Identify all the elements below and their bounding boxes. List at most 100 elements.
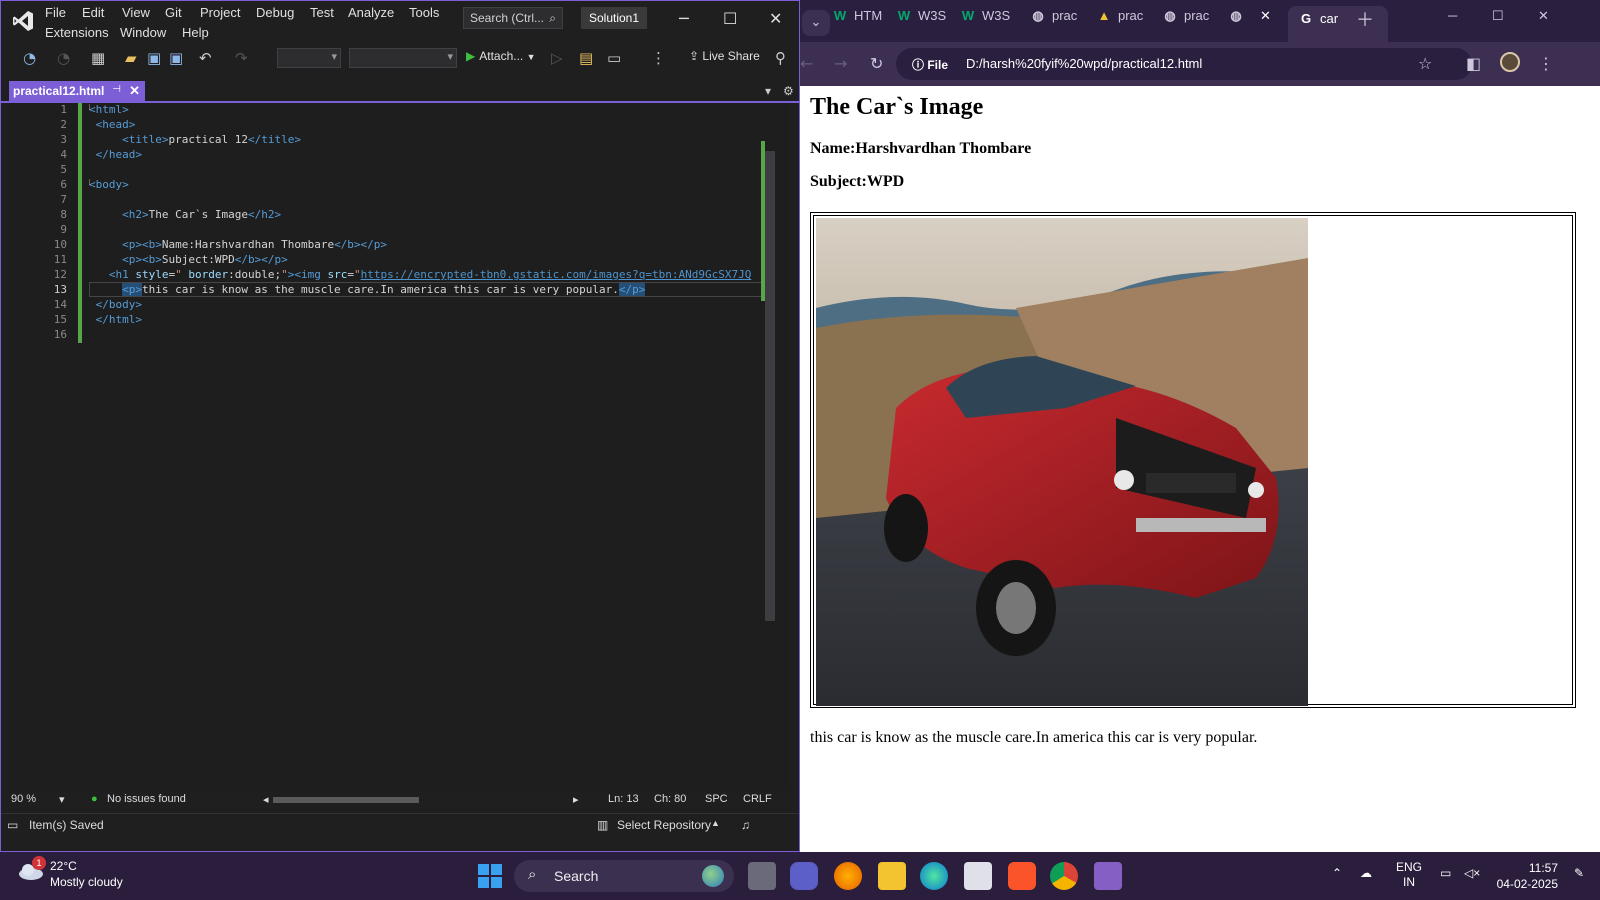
profile-avatar[interactable] (1500, 52, 1520, 72)
select-repository-button[interactable]: Select Repository (617, 818, 711, 832)
visual-studio-taskbar-icon[interactable] (1094, 862, 1122, 890)
close-tab-icon[interactable]: ✕ (1260, 8, 1271, 23)
minimize-icon[interactable]: ─ (1448, 8, 1457, 36)
minimize-icon[interactable]: ─ (679, 9, 689, 28)
network-icon[interactable]: ▭ (1440, 866, 1451, 880)
menu-file[interactable]: File (45, 5, 66, 20)
firefox-icon[interactable] (834, 862, 862, 890)
menu-test[interactable]: Test (310, 5, 334, 20)
menu-window[interactable]: Window (120, 25, 166, 40)
chevron-down-icon[interactable]: ▾ (59, 793, 65, 806)
tab-list-dropdown-icon[interactable]: ▾ (765, 84, 771, 98)
open-folder-icon[interactable]: ▰ (125, 49, 137, 67)
chrome-icon[interactable] (1050, 862, 1078, 890)
maximize-icon[interactable]: ☐ (723, 9, 737, 28)
vs-search-box[interactable]: Search (Ctrl... ⌕ (463, 7, 563, 29)
start-without-debugging-icon[interactable]: ▷ (551, 49, 563, 67)
chrome-tab-2[interactable]: W W3S (896, 8, 946, 36)
redo-icon[interactable]: ↷ (235, 49, 248, 67)
microsoft-store-icon[interactable] (964, 862, 992, 890)
student-name: Name:Harshvardhan Thombare (810, 140, 1032, 157)
task-view-icon[interactable] (748, 862, 776, 890)
menu-more-icon[interactable]: ⋮ (1538, 54, 1554, 73)
taskbar-search[interactable]: ⌕ Search (514, 860, 734, 892)
new-tab-icon[interactable]: ＋ (1356, 6, 1374, 34)
platform-dropdown[interactable] (349, 48, 457, 68)
code-text-area[interactable]: ⊟ ⊟ <html> <head> <title>practical 12</t… (89, 103, 769, 806)
notification-center-icon[interactable]: ✎ (1574, 866, 1584, 880)
folder-icon[interactable]: ▤ (579, 49, 593, 67)
brave-icon[interactable] (1008, 862, 1036, 890)
new-item-icon[interactable]: ▦ (91, 49, 105, 67)
settings-gear-icon[interactable]: ⚙ (783, 84, 794, 98)
scroll-right-icon[interactable]: ▸ (573, 793, 579, 806)
feedback-icon[interactable]: ⚲ (775, 49, 786, 67)
forward-arrow-icon[interactable]: → (834, 54, 847, 73)
close-icon[interactable]: ✕ (1538, 8, 1549, 36)
save-all-icon[interactable]: ▣ (169, 49, 183, 67)
code-line-6: <body> (89, 178, 129, 191)
chrome-tab-6[interactable]: ◍ prac (1162, 8, 1209, 36)
back-icon[interactable]: ◔ (23, 49, 36, 67)
menu-extensions[interactable]: Extensions (45, 25, 109, 40)
horizontal-scrollbar-thumb[interactable] (273, 797, 419, 803)
menu-debug[interactable]: Debug (256, 5, 294, 20)
live-share-button[interactable]: ⇪ Live Share (689, 49, 760, 63)
bookmark-star-icon[interactable]: ☆ (1418, 54, 1432, 73)
configuration-dropdown[interactable] (277, 48, 341, 68)
line-ending-indicator[interactable]: CRLF (743, 793, 772, 805)
whitespace-indicator[interactable]: SPC (705, 793, 728, 805)
side-panel-icon[interactable]: ◧ (1466, 54, 1481, 73)
reload-icon[interactable]: ↻ (870, 54, 883, 73)
notification-bell-icon[interactable]: ♫ (741, 818, 750, 832)
back-arrow-icon[interactable]: ← (800, 54, 813, 73)
maximize-icon[interactable]: ☐ (1492, 8, 1504, 36)
solution-name-badge[interactable]: Solution1 (581, 7, 647, 29)
tab-practical12-html[interactable]: practical12.html ⊣ ✕ (9, 81, 145, 101)
menu-help[interactable]: Help (182, 25, 209, 40)
speaker-muted-icon[interactable]: ◁× (1464, 866, 1480, 880)
file-explorer-icon[interactable] (878, 862, 906, 890)
tab-search-dropdown-icon[interactable]: ⌄ (802, 10, 830, 36)
save-icon[interactable]: ▣ (147, 49, 161, 67)
site-info-button[interactable]: ⓘ File (912, 56, 948, 73)
zoom-level-dropdown[interactable]: 90 % (11, 793, 36, 805)
chrome-tab-7[interactable]: ◍ ✕ (1228, 8, 1271, 36)
meet-chat-icon[interactable] (790, 862, 818, 890)
close-icon[interactable]: ✕ (769, 9, 782, 28)
menu-view[interactable]: View (122, 5, 150, 20)
vertical-scrollbar[interactable] (761, 103, 779, 793)
language-secondary: IN (1403, 875, 1415, 889)
menu-git[interactable]: Git (165, 5, 182, 20)
attach-button[interactable]: ▶ Attach... ▼ (466, 49, 536, 63)
chevron-up-icon[interactable]: ▲ (711, 818, 720, 828)
chrome-tab-1[interactable]: W HTM (832, 8, 882, 36)
menu-tools[interactable]: Tools (409, 5, 439, 20)
onedrive-icon[interactable]: ☁ (1360, 866, 1372, 880)
menu-edit[interactable]: Edit (82, 5, 104, 20)
chrome-tab-4[interactable]: ◍ prac (1030, 8, 1077, 36)
system-clock[interactable]: 11:57 04-02-2025 (1494, 860, 1558, 892)
windows-start-icon[interactable] (478, 864, 502, 888)
menu-project[interactable]: Project (200, 5, 240, 20)
address-bar[interactable]: ⓘ File D:/harsh%20fyif%20wpd/practical12… (896, 48, 1472, 80)
line-indicator[interactable]: Ln: 13 (608, 793, 639, 805)
undo-icon[interactable]: ↶ (199, 49, 212, 67)
scroll-left-icon[interactable]: ◂ (263, 793, 269, 806)
chevron-up-icon[interactable]: ⌃ (1332, 866, 1342, 880)
issues-status[interactable]: No issues found (107, 793, 186, 805)
overflow-icon[interactable]: ⋮ (651, 49, 666, 67)
edge-icon[interactable] (920, 862, 948, 890)
line-number-current: 13 (53, 283, 67, 296)
column-indicator[interactable]: Ch: 80 (654, 793, 686, 805)
chrome-tab-5[interactable]: ▲ prac (1096, 8, 1144, 36)
close-tab-icon[interactable]: ✕ (129, 83, 140, 99)
menu-analyze[interactable]: Analyze (348, 5, 394, 20)
layout-icon[interactable]: ▭ (607, 49, 621, 67)
scrollbar-thumb[interactable] (765, 151, 775, 621)
chrome-tab-3[interactable]: W W3S (960, 8, 1010, 36)
forward-icon[interactable]: ◔ (57, 49, 70, 67)
pin-icon[interactable]: ⊣ (112, 84, 121, 95)
language-indicator[interactable]: ENG IN (1396, 860, 1422, 890)
code-editor[interactable]: 1 2 3 4 5 6 7 8 9 10 11 12 13 14 15 16 ⊟ (9, 103, 789, 806)
